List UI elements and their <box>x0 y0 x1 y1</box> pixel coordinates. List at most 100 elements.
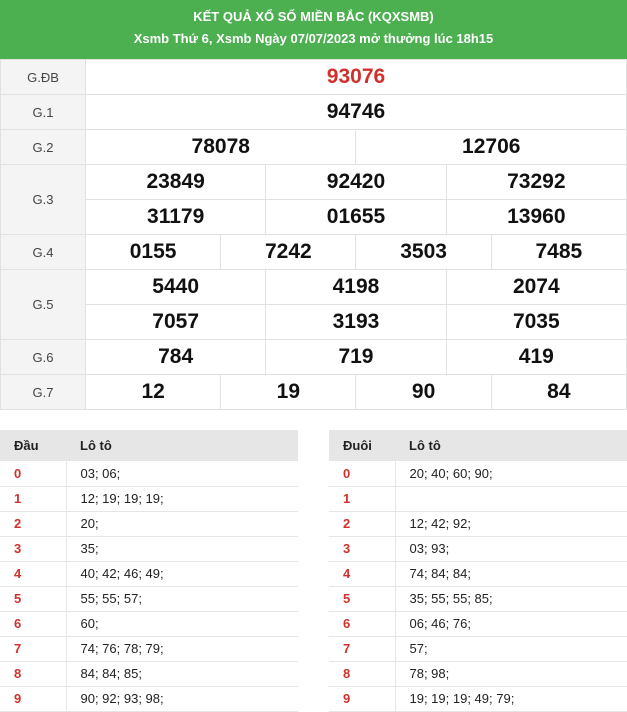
loto-values: 84; 84; 85; <box>66 661 298 687</box>
prize-row-4: G.4 0155 7242 3503 7485 <box>0 234 627 270</box>
loto-tail-col-key: Đuôi <box>329 430 395 461</box>
prize-row-6: G.6 784 719 419 <box>0 339 627 375</box>
loto-values: 74; 84; 84; <box>395 561 627 587</box>
prize-number: 3503 <box>355 234 492 270</box>
prize-number: 7057 <box>84 304 267 340</box>
loto-values <box>395 486 627 512</box>
table-row: 3 03; 93; <box>329 536 627 562</box>
table-row: 1 12; 19; 19; 19; <box>0 486 298 512</box>
prize-label: G.2 <box>0 129 86 165</box>
loto-key: 7 <box>329 636 396 662</box>
prize-number: 73292 <box>445 164 627 200</box>
loto-key: 4 <box>0 561 67 587</box>
loto-key: 3 <box>329 536 396 562</box>
table-row: 6 60; <box>0 611 298 637</box>
table-row: 9 90; 92; 93; 98; <box>0 686 298 712</box>
prize-label: G.1 <box>0 94 86 130</box>
table-row: 9 19; 19; 19; 49; 79; <box>329 686 627 712</box>
prize-number: 0155 <box>84 234 222 270</box>
loto-values: 90; 92; 93; 98; <box>66 686 298 712</box>
table-row: 5 35; 55; 55; 85; <box>329 586 627 612</box>
prize-row-special: G.ĐB 93076 <box>0 59 627 95</box>
prize-number: 719 <box>265 339 447 375</box>
prize-row-3: G.3 23849 92420 73292 <box>0 164 627 235</box>
prize-number: 7035 <box>445 304 627 340</box>
prize-number: 3193 <box>265 304 447 340</box>
page-title: KẾT QUẢ XỔ SỐ MIỀN BẮC (KQXSMB) <box>193 9 434 24</box>
loto-tail-col-values: Lô tô <box>395 430 627 461</box>
prize-number: 90 <box>355 374 492 410</box>
prize-label: G.4 <box>0 234 86 270</box>
loto-key: 8 <box>0 661 67 687</box>
loto-values: 06; 46; 76; <box>395 611 627 637</box>
loto-values: 20; <box>66 511 298 537</box>
prize-number: 84 <box>490 374 627 410</box>
prize-row-5: G.5 5440 4198 2074 <box>0 269 627 340</box>
table-row: 0 03; 06; <box>0 461 298 487</box>
loto-values: 12; 42; 92; <box>395 511 627 537</box>
loto-key: 1 <box>329 486 396 512</box>
prize-number: 23849 <box>84 164 267 200</box>
loto-tail-table: Đuôi Lô tô 0 20; 40; 60; 90; 1 2 12; 42; 9… <box>329 430 627 712</box>
loto-key: 0 <box>329 461 396 487</box>
prize-number: 31179 <box>84 199 267 235</box>
prize-row-3b: 31179 01655 13960 <box>1 199 627 235</box>
prize-number: 5440 <box>84 269 267 305</box>
table-row: 4 40; 42; 46; 49; <box>0 561 298 587</box>
prize-number: 12706 <box>355 129 627 165</box>
loto-values: 55; 55; 57; <box>66 586 298 612</box>
loto-key: 2 <box>329 511 396 537</box>
loto-values: 03; 93; <box>395 536 627 562</box>
loto-values: 35; 55; 55; 85; <box>395 586 627 612</box>
prize-number: 7242 <box>220 234 357 270</box>
prize-number: 92420 <box>265 164 447 200</box>
loto-head-col-values: Lô tô <box>66 430 298 461</box>
table-row: 4 74; 84; 84; <box>329 561 627 587</box>
prize-number: 784 <box>84 339 267 375</box>
table-row: 8 78; 98; <box>329 661 627 687</box>
loto-values: 20; 40; 60; 90; <box>395 461 627 487</box>
loto-head-table: Đầu Lô tô 0 03; 06; 1 12; 19; 19; 19; 2 20;… <box>0 430 298 712</box>
table-row: 8 84; 84; 85; <box>0 661 298 687</box>
prize-number: 12 <box>84 374 222 410</box>
prize-row-5b: 7057 3193 7035 <box>1 304 627 340</box>
loto-key: 8 <box>329 661 396 687</box>
loto-values: 74; 76; 78; 79; <box>66 636 298 662</box>
loto-values: 12; 19; 19; 19; <box>66 486 298 512</box>
page-header: KẾT QUẢ XỔ SỐ MIỀN BẮC (KQXSMB) Xsmb Thứ… <box>0 0 627 59</box>
loto-key: 7 <box>0 636 67 662</box>
prize-number: 94746 <box>85 94 627 130</box>
loto-key: 5 <box>0 586 67 612</box>
loto-key: 1 <box>0 486 67 512</box>
prize-row-2: G.2 78078 12706 <box>0 129 627 165</box>
prize-number: 93076 <box>85 59 627 95</box>
prize-label: G.ĐB <box>0 59 86 95</box>
prize-number: 01655 <box>265 199 447 235</box>
loto-values: 03; 06; <box>66 461 298 487</box>
table-row: 1 <box>329 486 627 512</box>
loto-key: 6 <box>329 611 396 637</box>
table-row: 0 20; 40; 60; 90; <box>329 461 627 487</box>
page-subtitle: Xsmb Thứ 6, Xsmb Ngày 07/07/2023 mở thưở… <box>133 31 494 46</box>
loto-key: 6 <box>0 611 67 637</box>
loto-values: 40; 42; 46; 49; <box>66 561 298 587</box>
loto-values: 19; 19; 19; 49; 79; <box>395 686 627 712</box>
prize-number: 419 <box>445 339 627 375</box>
loto-values: 78; 98; <box>395 661 627 687</box>
loto-key: 0 <box>0 461 67 487</box>
table-row: 7 74; 76; 78; 79; <box>0 636 298 662</box>
prize-number: 78078 <box>84 129 357 165</box>
table-row: 5 55; 55; 57; <box>0 586 298 612</box>
prize-number: 13960 <box>445 199 627 235</box>
prize-label: G.7 <box>0 374 86 410</box>
prize-label: G.6 <box>0 339 86 375</box>
loto-key: 2 <box>0 511 67 537</box>
table-row: 7 57; <box>329 636 627 662</box>
loto-values: 60; <box>66 611 298 637</box>
loto-key: 5 <box>329 586 396 612</box>
prize-row-7: G.7 12 19 90 84 <box>0 374 627 410</box>
table-row: 6 06; 46; 76; <box>329 611 627 637</box>
loto-head-col-key: Đầu <box>0 430 66 461</box>
loto-key: 3 <box>0 536 67 562</box>
table-row: 2 20; <box>0 511 298 537</box>
